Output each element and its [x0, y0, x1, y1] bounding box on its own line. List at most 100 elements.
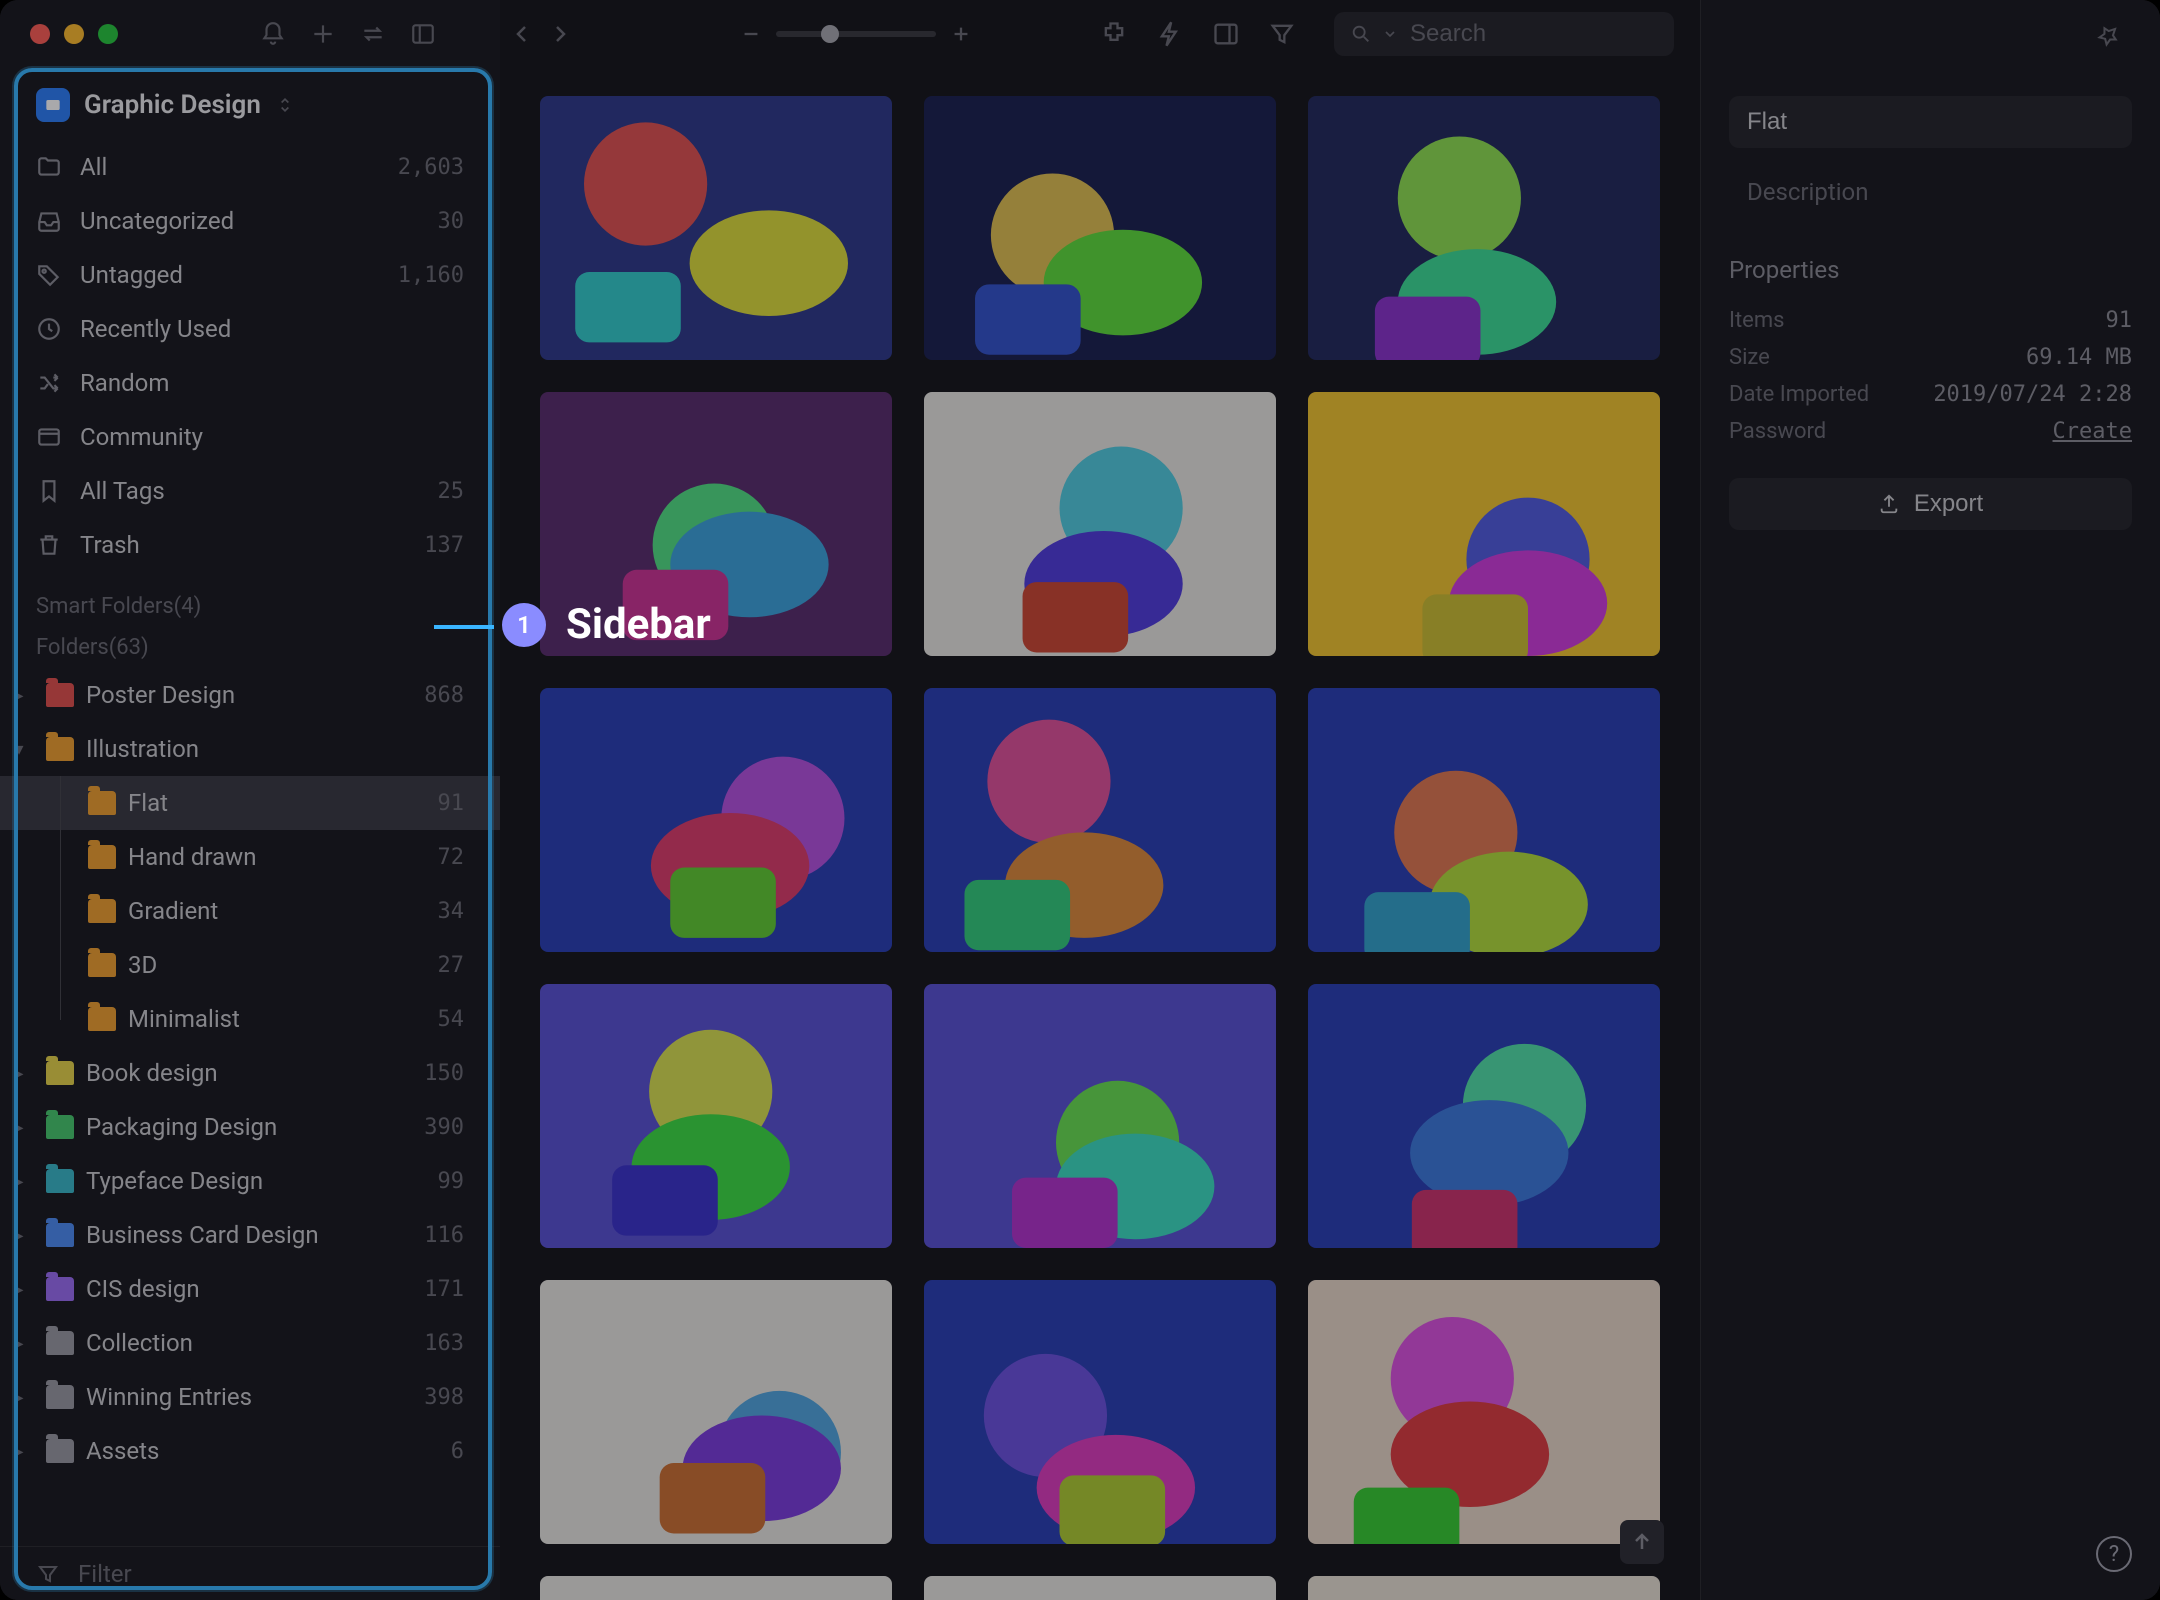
thumbnail[interactable]	[924, 392, 1276, 656]
sidebar-item-uncategorized[interactable]: Uncategorized30	[0, 194, 500, 248]
sidebar-content: Graphic Design All2,603Uncategorized30Un…	[0, 68, 500, 1546]
disclosure-triangle-icon[interactable]: ▸	[4, 1171, 34, 1192]
scroll-to-top-button[interactable]	[1620, 1520, 1664, 1564]
disclosure-triangle-icon[interactable]: ▸	[4, 1441, 34, 1462]
tag-icon	[36, 262, 62, 288]
thumbnail[interactable]	[924, 96, 1276, 360]
folder-hand-drawn[interactable]: Hand drawn72	[0, 830, 500, 884]
search-box[interactable]	[1334, 12, 1674, 56]
swap-icon[interactable]	[360, 21, 386, 47]
property-value: 69.14 MB	[2026, 345, 2132, 370]
nav-back-icon[interactable]	[510, 22, 534, 46]
chevron-down-icon[interactable]	[1382, 26, 1398, 42]
folder-3d[interactable]: 3D27	[0, 938, 500, 992]
sidebar-item-count: 30	[438, 209, 465, 234]
folder-description-field[interactable]: Description	[1729, 164, 2132, 216]
folder-gradient[interactable]: Gradient34	[0, 884, 500, 938]
folder-book-design[interactable]: ▸Book design150	[0, 1046, 500, 1100]
disclosure-triangle-icon[interactable]: ▸	[4, 1387, 34, 1408]
sidebar-toggle-icon[interactable]	[410, 21, 436, 47]
sidebar-item-trash[interactable]: Trash137	[0, 518, 500, 572]
window-maximize-button[interactable]	[98, 24, 118, 44]
folder-assets[interactable]: ▸Assets6	[0, 1424, 500, 1478]
folder-poster-design[interactable]: ▸Poster Design868	[0, 668, 500, 722]
thumbnail[interactable]	[924, 1576, 1276, 1600]
folder-count: 150	[424, 1061, 464, 1086]
thumbnail[interactable]	[540, 96, 892, 360]
window-minimize-button[interactable]	[64, 24, 84, 44]
sidebar-item-community[interactable]: Community	[0, 410, 500, 464]
zoom-slider[interactable]	[776, 31, 936, 37]
property-key: Items	[1729, 308, 1785, 333]
sidebar-filter[interactable]: Filter	[0, 1546, 500, 1600]
folder-packaging-design[interactable]: ▸Packaging Design390	[0, 1100, 500, 1154]
window-close-button[interactable]	[30, 24, 50, 44]
folder-label: Illustration	[86, 735, 452, 763]
sidebar-item-all-tags[interactable]: All Tags25	[0, 464, 500, 518]
thumbnail[interactable]	[924, 984, 1276, 1248]
nav-arrows	[510, 22, 612, 46]
disclosure-triangle-icon[interactable]: ▸	[4, 1279, 34, 1300]
disclosure-triangle-icon[interactable]: ▸	[4, 1333, 34, 1354]
thumbnail[interactable]	[540, 1280, 892, 1544]
disclosure-triangle-icon[interactable]: ▸	[4, 1063, 34, 1084]
thumbnail[interactable]	[540, 1576, 892, 1600]
sidebar-item-recently-used[interactable]: Recently Used	[0, 302, 500, 356]
thumbnail[interactable]	[1308, 1576, 1660, 1600]
bell-icon[interactable]	[260, 21, 286, 47]
thumbnail[interactable]	[924, 688, 1276, 952]
plus-icon[interactable]	[310, 21, 336, 47]
thumbnail[interactable]	[1308, 392, 1660, 656]
property-row-password[interactable]: PasswordCreate	[1729, 413, 2132, 450]
thumbnail[interactable]	[1308, 1280, 1660, 1544]
zoom-out-icon[interactable]	[740, 23, 762, 45]
thumbnail[interactable]	[540, 984, 892, 1248]
disclosure-triangle-icon[interactable]: ▸	[4, 685, 34, 706]
sidebar-item-all[interactable]: All2,603	[0, 140, 500, 194]
folder-title-input[interactable]	[1729, 96, 2132, 148]
help-button[interactable]: ?	[2096, 1536, 2132, 1572]
folder-label: Gradient	[128, 897, 426, 925]
thumbnail[interactable]	[1308, 688, 1660, 952]
filter-icon[interactable]	[1268, 20, 1296, 48]
bolt-icon[interactable]	[1156, 20, 1184, 48]
layout-icon[interactable]	[1212, 20, 1240, 48]
folder-business-card-design[interactable]: ▸Business Card Design116	[0, 1208, 500, 1262]
pin-icon[interactable]	[2096, 24, 2120, 48]
disclosure-triangle-icon[interactable]: ▾	[4, 739, 34, 760]
disclosure-triangle-icon[interactable]: ▸	[4, 1117, 34, 1138]
sidebar-item-untagged[interactable]: Untagged1,160	[0, 248, 500, 302]
search-input[interactable]	[1408, 19, 1658, 49]
folder-flat[interactable]: Flat91	[0, 776, 500, 830]
thumbnail[interactable]	[924, 1280, 1276, 1544]
thumbnail[interactable]	[1308, 96, 1660, 360]
folder-icon	[46, 737, 74, 761]
smart-folders-header[interactable]: Smart Folders(4)	[0, 572, 500, 627]
globe-icon	[36, 424, 62, 450]
disclosure-triangle-icon[interactable]: ▸	[4, 1225, 34, 1246]
folder-count: 868	[424, 683, 464, 708]
folder-illustration[interactable]: ▾ Illustration	[0, 722, 500, 776]
folder-label: 3D	[128, 951, 426, 979]
folder-collection[interactable]: ▸Collection163	[0, 1316, 500, 1370]
nav-forward-icon[interactable]	[548, 22, 572, 46]
folders-header[interactable]: Folders(63)	[0, 627, 500, 668]
property-value[interactable]: Create	[2053, 419, 2132, 444]
property-value: 91	[2106, 308, 2133, 333]
thumbnail[interactable]	[1308, 984, 1660, 1248]
thumbnail[interactable]	[540, 688, 892, 952]
library-switcher[interactable]: Graphic Design	[0, 80, 500, 140]
zoom-slider-thumb[interactable]	[821, 25, 839, 43]
thumbnail[interactable]	[540, 392, 892, 656]
toolbar-icons	[1100, 20, 1296, 48]
extension-icon[interactable]	[1100, 20, 1128, 48]
folder-label: Collection	[86, 1329, 412, 1357]
folder-cis-design[interactable]: ▸CIS design171	[0, 1262, 500, 1316]
folder-minimalist[interactable]: Minimalist54	[0, 992, 500, 1046]
folder-winning-entries[interactable]: ▸Winning Entries398	[0, 1370, 500, 1424]
sidebar-item-random[interactable]: Random	[0, 356, 500, 410]
zoom-in-icon[interactable]	[950, 23, 972, 45]
folder-label: Winning Entries	[86, 1383, 412, 1411]
folder-typeface-design[interactable]: ▸Typeface Design99	[0, 1154, 500, 1208]
export-button[interactable]: Export	[1729, 478, 2132, 530]
